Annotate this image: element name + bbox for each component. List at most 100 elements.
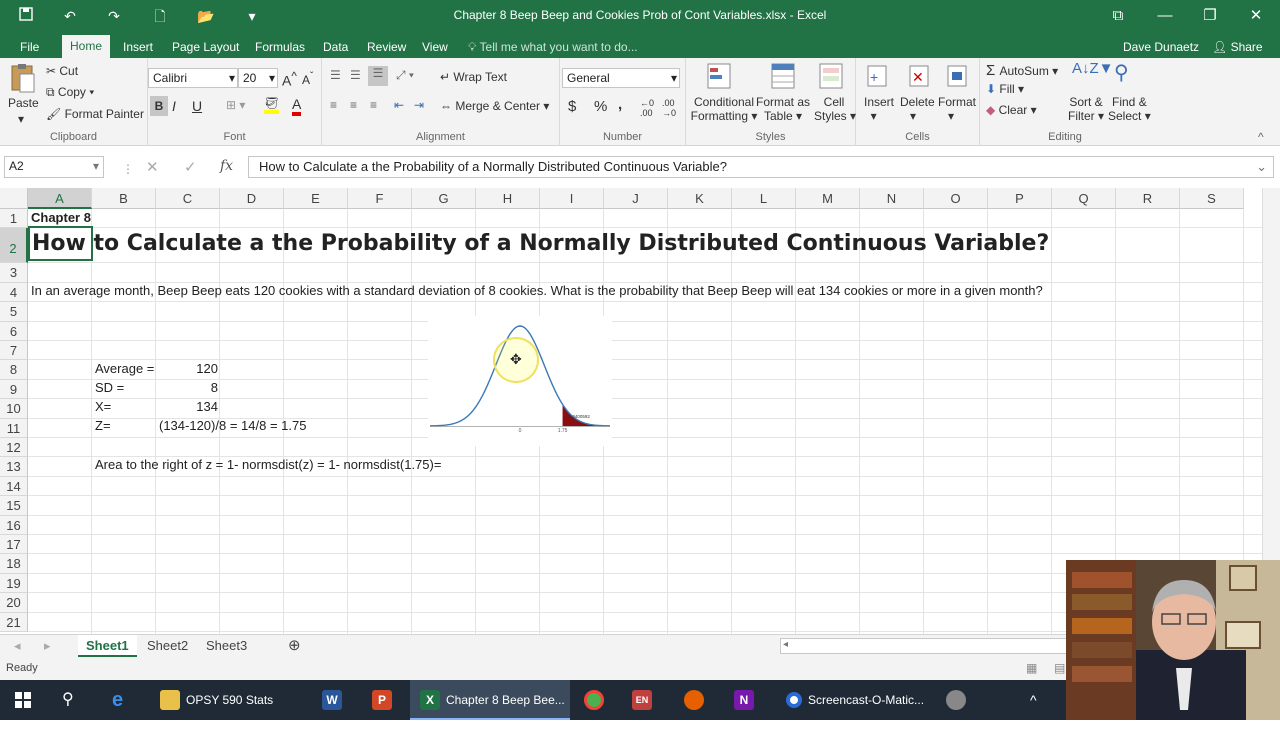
tab-view[interactable]: View xyxy=(414,36,456,58)
row-header-11[interactable]: 11 xyxy=(0,418,28,438)
tell-me-box[interactable]: 💡︎ Tell me what you want to do... xyxy=(460,36,646,58)
tab-data[interactable]: Data xyxy=(315,36,356,58)
column-header-i[interactable]: I xyxy=(540,188,604,209)
row-header-9[interactable]: 9 xyxy=(0,379,28,400)
align-right-icon[interactable]: ≡ xyxy=(370,98,377,112)
decrease-decimal-icon[interactable]: .00 →0 xyxy=(662,98,676,118)
insert-function-icon[interactable]: fx xyxy=(220,158,233,174)
restore-icon[interactable]: ❐ xyxy=(1195,4,1225,28)
scroll-left-icon[interactable]: ◂ xyxy=(783,639,788,650)
conditional-formatting-button[interactable]: Conditional Formatting ▾ xyxy=(690,95,758,123)
copy-button[interactable]: ⧉ Copy ▾ xyxy=(46,85,94,100)
row-header-16[interactable]: 16 xyxy=(0,515,28,535)
tab-insert[interactable]: Insert xyxy=(115,36,161,58)
column-header-l[interactable]: L xyxy=(732,188,796,209)
comma-button[interactable]: , xyxy=(618,96,622,113)
sort-filter-button[interactable]: Sort & Filter ▾ xyxy=(1068,95,1104,123)
currency-button[interactable]: $ xyxy=(568,98,576,115)
sort-filter-icon[interactable]: A↓Z▼ xyxy=(1072,60,1114,77)
column-header-n[interactable]: N xyxy=(860,188,924,209)
align-top-icon[interactable]: ☰ xyxy=(330,68,341,82)
clear-button[interactable]: ◆ Clear ▾ xyxy=(986,103,1037,117)
cancel-icon[interactable]: ✕ xyxy=(146,158,159,176)
row-header-7[interactable]: 7 xyxy=(0,341,28,361)
sheet-tab-2[interactable]: Sheet2 xyxy=(139,635,196,657)
merge-center-button[interactable]: ⇔ Merge & Center ▾ xyxy=(440,99,549,113)
autosum-button[interactable]: Σ AutoSum ▾ xyxy=(986,62,1058,79)
bold-button[interactable]: B xyxy=(150,96,168,116)
column-header-b[interactable]: B xyxy=(92,188,156,209)
row-header-12[interactable]: 12 xyxy=(0,438,28,458)
tab-page-layout[interactable]: Page Layout xyxy=(164,36,247,58)
underline-button[interactable]: U xyxy=(192,98,202,114)
row-header-3[interactable]: 3 xyxy=(0,263,28,283)
column-header-c[interactable]: C xyxy=(156,188,220,209)
share-button[interactable]: 👤︎ Share xyxy=(1204,36,1271,58)
grow-font-icon[interactable]: A^ xyxy=(282,70,297,89)
cell-c10[interactable]: 134 xyxy=(157,399,218,414)
delete-cells-icon[interactable]: ✕ xyxy=(906,62,936,92)
align-bottom-icon[interactable]: ☰ xyxy=(368,66,388,86)
taskbar-item-screencast[interactable]: Screencast-O-Matic... xyxy=(776,680,926,720)
row-header-15[interactable]: 15 xyxy=(0,496,28,516)
row-header-14[interactable]: 14 xyxy=(0,476,28,497)
insert-cells-button[interactable]: Insert ▾ xyxy=(864,95,894,123)
row-header-13[interactable]: 13 xyxy=(0,457,28,477)
row-header-20[interactable]: 20 xyxy=(0,593,28,613)
font-size-select[interactable]: 20 ▾ xyxy=(238,68,278,88)
format-as-table-button[interactable]: Format as Table ▾ xyxy=(756,95,810,123)
row-header-2[interactable]: 2 xyxy=(0,228,28,264)
cell-a2[interactable]: How to Calculate a the Probability of a … xyxy=(32,231,1049,256)
cell-c11[interactable]: (134-120)/8 = 14/8 = 1.75 xyxy=(159,418,306,433)
name-box[interactable]: A2 ▾ xyxy=(4,156,104,178)
close-icon[interactable]: ✕ xyxy=(1241,4,1271,28)
column-header-k[interactable]: K xyxy=(668,188,732,209)
increase-indent-icon[interactable]: ⇥ xyxy=(414,98,424,112)
align-center-icon[interactable]: ≡ xyxy=(350,98,357,112)
column-header-d[interactable]: D xyxy=(220,188,284,209)
italic-button[interactable]: I xyxy=(172,98,176,114)
cell-styles-button[interactable]: Cell Styles ▾ xyxy=(814,95,856,123)
decrease-indent-icon[interactable]: ⇤ xyxy=(394,98,404,112)
column-header-g[interactable]: G xyxy=(412,188,476,209)
cell-a4[interactable]: In an average month, Beep Beep eats 120 … xyxy=(31,283,1043,298)
collapse-ribbon-icon[interactable]: ^ xyxy=(1258,130,1264,144)
sheet-scroll-left-icon[interactable]: ◂ xyxy=(6,635,29,657)
row-header-6[interactable]: 6 xyxy=(0,321,28,341)
tab-home[interactable]: Home xyxy=(62,35,111,58)
cut-button[interactable]: ✂ Cut xyxy=(46,64,78,78)
paste-dropdown-icon[interactable]: ▾ xyxy=(18,112,24,126)
column-header-e[interactable]: E xyxy=(284,188,348,209)
orientation-icon[interactable]: ⤢ ▾ xyxy=(396,68,414,83)
normal-curve-chart[interactable]: 0 1.75 0.0400592 ✥ xyxy=(428,316,612,446)
cell-c8[interactable]: 120 xyxy=(157,361,218,376)
font-name-select[interactable]: Calibri ▾ xyxy=(148,68,238,88)
formula-input[interactable]: How to Calculate a the Probability of a … xyxy=(248,156,1274,178)
ribbon-display-icon[interactable]: ⧉ xyxy=(1103,4,1133,28)
cell-b8[interactable]: Average = xyxy=(95,361,154,376)
column-header-f[interactable]: F xyxy=(348,188,412,209)
show-hidden-icons[interactable]: ^ xyxy=(1030,680,1037,720)
expand-formula-icon[interactable]: ⌄ xyxy=(1256,159,1267,175)
row-header-1[interactable]: 1 xyxy=(0,209,28,229)
row-header-19[interactable]: 19 xyxy=(0,573,28,594)
edge-icon[interactable]: e xyxy=(112,680,123,720)
column-header-m[interactable]: M xyxy=(796,188,860,209)
cell-b13[interactable]: Area to the right of z = 1- normsdist(z)… xyxy=(95,457,441,472)
format-cells-button[interactable]: Format ▾ xyxy=(938,95,976,123)
fill-button[interactable]: ⬇ Fill ▾ xyxy=(986,82,1024,96)
shrink-font-icon[interactable]: Aˇ xyxy=(302,71,313,87)
horizontal-scrollbar[interactable]: ◂ xyxy=(780,638,1070,654)
normal-view-icon[interactable]: ▦ xyxy=(1026,661,1037,675)
row-header-21[interactable]: 21 xyxy=(0,612,28,632)
align-middle-icon[interactable]: ☰ xyxy=(350,68,361,82)
format-as-table-icon[interactable] xyxy=(770,62,800,92)
format-cells-icon[interactable] xyxy=(944,62,974,92)
font-color-icon[interactable]: A xyxy=(292,96,302,116)
sheet-tab-3[interactable]: Sheet3 xyxy=(198,635,255,657)
column-header-r[interactable]: R xyxy=(1116,188,1180,209)
row-header-17[interactable]: 17 xyxy=(0,535,28,555)
start-icon[interactable] xyxy=(14,680,32,720)
taskbar-item-opsy[interactable]: OPSY 590 Stats xyxy=(150,680,298,720)
page-layout-view-icon[interactable]: ▤ xyxy=(1054,661,1065,675)
